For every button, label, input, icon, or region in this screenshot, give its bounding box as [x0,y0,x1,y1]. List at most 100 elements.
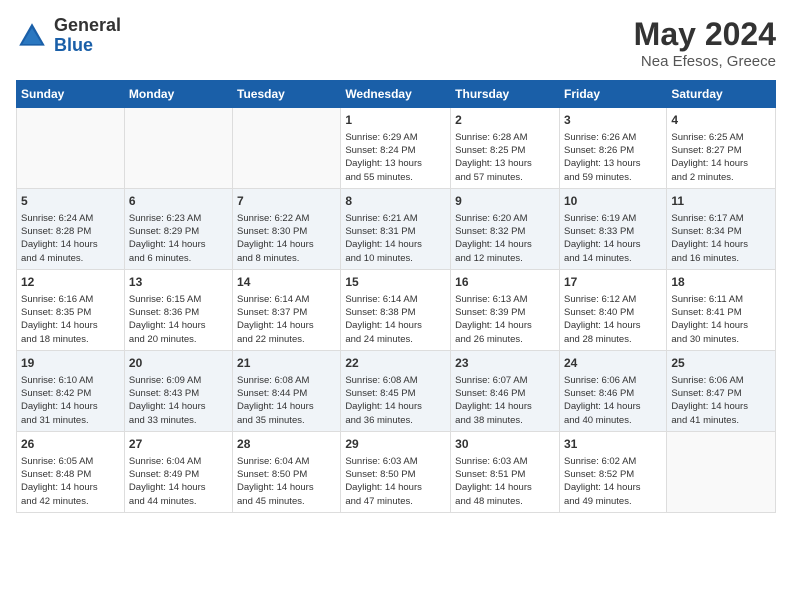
day-number: 11 [671,193,771,210]
day-number: 6 [129,193,228,210]
day-info: Sunrise: 6:22 AM Sunset: 8:30 PM Dayligh… [237,212,336,265]
calendar-week-row: 26 Sunrise: 6:05 AM Sunset: 8:48 PM Dayli… [17,431,776,512]
logo-text: General Blue [54,16,121,56]
calendar-day-cell: 27Sunrise: 6:04 AM Sunset: 8:49 PM Dayli… [124,431,232,512]
day-number: 23 [455,355,555,372]
calendar-day-cell: 28 Sunrise: 6:04 AM Sunset: 8:50 PM Dayli… [233,431,341,512]
day-info: Sunrise: 6:08 AM Sunset: 8:45 PM Dayligh… [345,374,446,427]
day-number: 28 [237,436,336,453]
day-of-week-header: Monday [124,81,232,108]
day-number: 14 [237,274,336,291]
logo-blue: Blue [54,36,121,56]
day-of-week-header: Saturday [667,81,776,108]
page-header: General Blue May 2024 Nea Efesos, Greece [16,16,776,70]
calendar-day-cell [124,108,232,189]
day-number: 26 [21,436,120,453]
calendar-day-cell: 25Sunrise: 6:06 AM Sunset: 8:47 PM Dayli… [667,350,776,431]
day-number: 7 [237,193,336,210]
calendar-day-cell: 19 Sunrise: 6:10 AM Sunset: 8:42 PM Dayli… [17,350,125,431]
day-info: Sunrise: 6:14 AM Sunset: 8:38 PM Dayligh… [345,293,446,346]
day-number: 16 [455,274,555,291]
day-number: 13 [129,274,228,291]
calendar-day-cell: 30 Sunrise: 6:03 AM Sunset: 8:51 PM Dayli… [451,431,560,512]
day-info: Sunrise: 6:26 AM Sunset: 8:26 PM Dayligh… [564,131,662,184]
location: Nea Efesos, Greece [634,53,776,70]
day-of-week-header: Tuesday [233,81,341,108]
calendar-week-row: 5 Sunrise: 6:24 AM Sunset: 8:28 PM Daylig… [17,188,776,269]
logo: General Blue [16,16,121,56]
day-number: 27 [129,436,228,453]
day-number: 30 [455,436,555,453]
calendar-day-cell: 15 Sunrise: 6:14 AM Sunset: 8:38 PM Dayli… [341,269,451,350]
day-info: Sunrise: 6:25 AM Sunset: 8:27 PM Dayligh… [671,131,771,184]
calendar-day-cell: 31 Sunrise: 6:02 AM Sunset: 8:52 PM Dayli… [559,431,666,512]
calendar-day-cell: 4 Sunrise: 6:25 AM Sunset: 8:27 PM Daylig… [667,108,776,189]
day-info: Sunrise: 6:17 AM Sunset: 8:34 PM Dayligh… [671,212,771,265]
title-block: May 2024 Nea Efesos, Greece [634,16,776,70]
day-info: Sunrise: 6:19 AM Sunset: 8:33 PM Dayligh… [564,212,662,265]
calendar-day-cell: 14Sunrise: 6:14 AM Sunset: 8:37 PM Dayli… [233,269,341,350]
day-info: Sunrise: 6:28 AM Sunset: 8:25 PM Dayligh… [455,131,555,184]
day-info: Sunrise: 6:23 AM Sunset: 8:29 PM Dayligh… [129,212,228,265]
logo-icon [16,20,48,52]
day-info: Sunrise: 6:07 AM Sunset: 8:46 PM Dayligh… [455,374,555,427]
calendar-day-cell: 22 Sunrise: 6:08 AM Sunset: 8:45 PM Dayli… [341,350,451,431]
calendar-day-cell: 1Sunrise: 6:29 AM Sunset: 8:24 PM Daylig… [341,108,451,189]
day-info: Sunrise: 6:09 AM Sunset: 8:43 PM Dayligh… [129,374,228,427]
calendar-day-cell [17,108,125,189]
day-of-week-header: Sunday [17,81,125,108]
calendar-day-cell: 10 Sunrise: 6:19 AM Sunset: 8:33 PM Dayli… [559,188,666,269]
day-number: 10 [564,193,662,210]
day-number: 17 [564,274,662,291]
day-number: 29 [345,436,446,453]
calendar-day-cell [233,108,341,189]
day-of-week-header: Wednesday [341,81,451,108]
day-number: 31 [564,436,662,453]
day-number: 22 [345,355,446,372]
calendar-day-cell: 12Sunrise: 6:16 AM Sunset: 8:35 PM Dayli… [17,269,125,350]
day-number: 8 [345,193,446,210]
calendar-day-cell [667,431,776,512]
calendar-week-row: 19 Sunrise: 6:10 AM Sunset: 8:42 PM Dayli… [17,350,776,431]
day-info: Sunrise: 6:13 AM Sunset: 8:39 PM Dayligh… [455,293,555,346]
day-number: 25 [671,355,771,372]
day-number: 21 [237,355,336,372]
day-number: 9 [455,193,555,210]
day-info: Sunrise: 6:29 AM Sunset: 8:24 PM Dayligh… [345,131,446,184]
calendar-day-cell: 20Sunrise: 6:09 AM Sunset: 8:43 PM Dayli… [124,350,232,431]
day-info: Sunrise: 6:04 AM Sunset: 8:50 PM Dayligh… [237,455,336,508]
calendar-day-cell: 11 Sunrise: 6:17 AM Sunset: 8:34 PM Dayli… [667,188,776,269]
day-info: Sunrise: 6:03 AM Sunset: 8:50 PM Dayligh… [345,455,446,508]
day-number: 3 [564,112,662,129]
calendar-day-cell: 6 Sunrise: 6:23 AM Sunset: 8:29 PM Daylig… [124,188,232,269]
day-number: 19 [21,355,120,372]
calendar-day-cell: 7 Sunrise: 6:22 AM Sunset: 8:30 PM Daylig… [233,188,341,269]
logo-general: General [54,16,121,36]
day-number: 4 [671,112,771,129]
calendar-day-cell: 2 Sunrise: 6:28 AM Sunset: 8:25 PM Daylig… [451,108,560,189]
calendar-day-cell: 17 Sunrise: 6:12 AM Sunset: 8:40 PM Dayli… [559,269,666,350]
calendar-day-cell: 23 Sunrise: 6:07 AM Sunset: 8:46 PM Dayli… [451,350,560,431]
day-info: Sunrise: 6:03 AM Sunset: 8:51 PM Dayligh… [455,455,555,508]
day-info: Sunrise: 6:02 AM Sunset: 8:52 PM Dayligh… [564,455,662,508]
day-info: Sunrise: 6:24 AM Sunset: 8:28 PM Dayligh… [21,212,120,265]
calendar-day-cell: 24Sunrise: 6:06 AM Sunset: 8:46 PM Dayli… [559,350,666,431]
day-number: 18 [671,274,771,291]
day-info: Sunrise: 6:12 AM Sunset: 8:40 PM Dayligh… [564,293,662,346]
day-number: 2 [455,112,555,129]
day-info: Sunrise: 6:20 AM Sunset: 8:32 PM Dayligh… [455,212,555,265]
calendar-day-cell: 21 Sunrise: 6:08 AM Sunset: 8:44 PM Dayli… [233,350,341,431]
calendar-day-cell: 8Sunrise: 6:21 AM Sunset: 8:31 PM Daylig… [341,188,451,269]
day-of-week-header: Thursday [451,81,560,108]
calendar-header-row: SundayMondayTuesdayWednesdayThursdayFrid… [17,81,776,108]
day-number: 15 [345,274,446,291]
day-number: 12 [21,274,120,291]
month-title: May 2024 [634,16,776,53]
day-info: Sunrise: 6:06 AM Sunset: 8:46 PM Dayligh… [564,374,662,427]
day-number: 5 [21,193,120,210]
day-info: Sunrise: 6:11 AM Sunset: 8:41 PM Dayligh… [671,293,771,346]
day-info: Sunrise: 6:05 AM Sunset: 8:48 PM Dayligh… [21,455,120,508]
calendar-day-cell: 5 Sunrise: 6:24 AM Sunset: 8:28 PM Daylig… [17,188,125,269]
day-info: Sunrise: 6:10 AM Sunset: 8:42 PM Dayligh… [21,374,120,427]
day-info: Sunrise: 6:08 AM Sunset: 8:44 PM Dayligh… [237,374,336,427]
